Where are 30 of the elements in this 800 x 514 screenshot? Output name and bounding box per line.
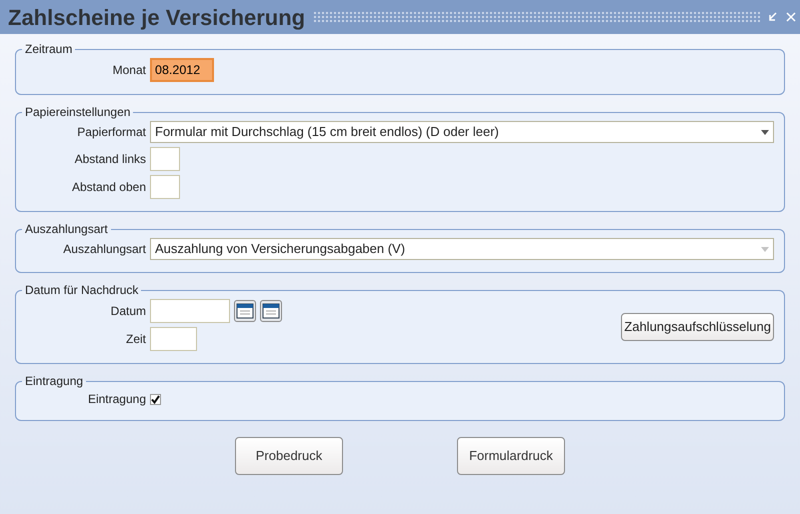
input-field[interactable]	[150, 175, 180, 199]
group-label: Datum für Nachdruck	[24, 283, 140, 297]
checkbox[interactable]	[150, 394, 161, 404]
group-label: Zeitraum	[24, 42, 74, 56]
caret-icon	[761, 246, 769, 252]
field-label: Zeit	[124, 331, 146, 348]
group-label: Eintragung	[24, 374, 84, 388]
field-label: Auszahlungsart	[62, 241, 146, 258]
field-label: Monat	[112, 62, 146, 79]
minimize-icon[interactable]	[768, 12, 778, 22]
window-title: Zahlscheine je Versicherung	[8, 4, 306, 32]
input-field[interactable]	[150, 299, 230, 323]
input-field[interactable]: 08.2012	[150, 58, 214, 82]
calendar-button[interactable]	[234, 300, 256, 322]
breakdown-button[interactable]: Zahlungsaufschlüsselung	[621, 313, 774, 341]
calendar-button[interactable]	[260, 300, 282, 322]
group-label: Auszahlungsart	[24, 222, 109, 236]
field-label: Datum	[110, 303, 146, 320]
group-label: Papiereinstellungen	[24, 105, 132, 119]
caret-icon	[761, 130, 769, 134]
close-icon[interactable]	[786, 12, 796, 22]
field-label: Eintragung	[86, 391, 146, 408]
input-field[interactable]	[150, 327, 197, 351]
field-label: Abstand links	[74, 151, 146, 168]
input-field[interactable]	[150, 147, 180, 171]
field-label: Abstand oben	[70, 179, 146, 196]
print-button[interactable]: Formulardruck	[457, 437, 565, 475]
field-label: Papierformat	[76, 124, 146, 141]
dropdown[interactable]: Formular mit Durchschlag (15 cm breit endlos) (D oder leer)	[150, 121, 774, 143]
print-button[interactable]: Probedruck	[235, 437, 343, 475]
